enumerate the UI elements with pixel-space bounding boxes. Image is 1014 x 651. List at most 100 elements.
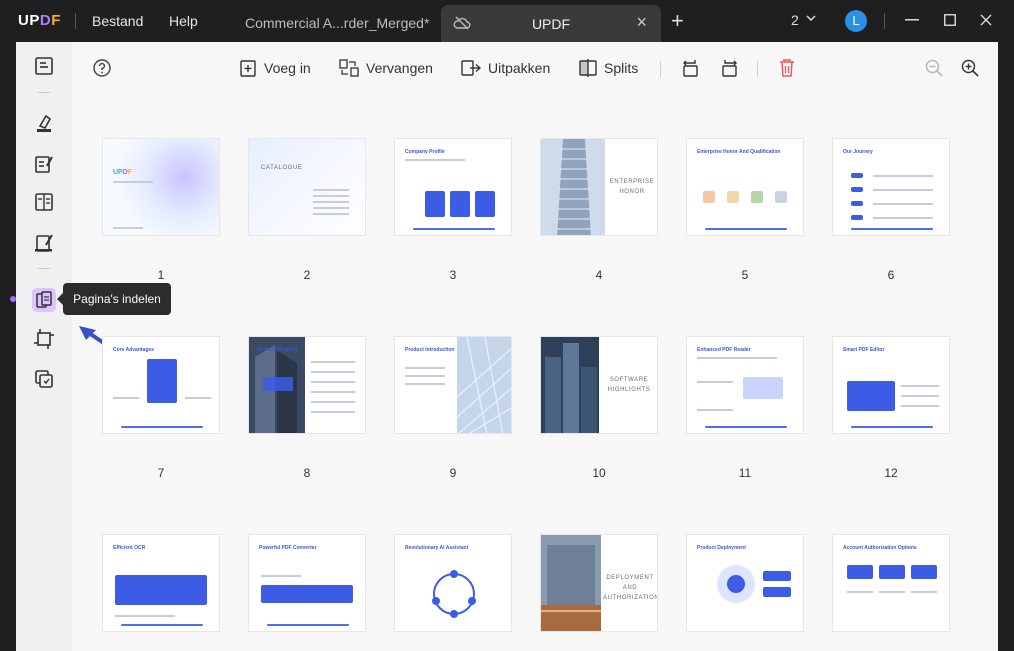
thumb-text-line [115, 615, 175, 617]
minimize-icon[interactable] [905, 19, 919, 21]
thumb-card [115, 575, 207, 605]
thumb-text-line [311, 371, 355, 373]
sign-icon[interactable] [32, 231, 56, 255]
thumb-chip [851, 201, 863, 206]
thumb-text-line [405, 367, 445, 369]
thumb-text-line [901, 395, 939, 397]
main-window: Pagina's indelen Voeg in Vervangen Uitpa… [10, 42, 998, 651]
page-number: 1 [157, 268, 165, 282]
title-divider [75, 13, 76, 29]
extract-button[interactable]: Uitpakken [460, 56, 550, 80]
close-tab-icon[interactable]: × [636, 12, 647, 33]
thumb-accent-line [851, 426, 933, 428]
thumb-text-line [313, 213, 349, 215]
thumb-accent-line [267, 624, 349, 626]
tab-commercial[interactable]: Commercial A...rder_Merged* [228, 5, 434, 42]
rotate-left-icon[interactable] [678, 56, 702, 80]
page-number: 10 [592, 466, 606, 480]
tab-updf[interactable]: UPDF × [441, 5, 661, 42]
split-button[interactable]: Splits [578, 56, 638, 80]
thumb-card [847, 381, 895, 411]
insert-page-icon [240, 60, 256, 77]
thumb-card [425, 191, 445, 217]
thumb-text-line [873, 175, 933, 177]
tab-label: Commercial A...rder_Merged* [245, 15, 430, 31]
thumb-heading: SOFTWARE HIGHLIGHTS [607, 377, 651, 393]
protect-icon[interactable] [32, 367, 56, 391]
menu-help[interactable]: Help [169, 13, 198, 29]
organize-pages-button[interactable] [32, 288, 56, 312]
thumb-heading: Account Authorization Options [843, 545, 917, 551]
page-preview: UPDF [102, 138, 220, 236]
thumb-logo: UPDF [113, 169, 133, 176]
thumb-badge [727, 191, 739, 203]
window-divider [884, 13, 885, 29]
thumb-text-line [113, 227, 143, 229]
insert-button[interactable]: Voeg in [238, 56, 311, 80]
building-photo [541, 139, 605, 235]
zoom-in-icon[interactable] [958, 56, 982, 80]
toolbar-divider [757, 61, 758, 77]
page-preview: Smart PDF Editor [832, 336, 950, 434]
zoom-out-icon[interactable] [922, 56, 946, 80]
new-tab-button[interactable]: + [671, 8, 684, 34]
close-window-icon[interactable] [980, 14, 992, 26]
thumb-text-line [185, 397, 211, 399]
split-label: Splits [604, 60, 639, 76]
thumb-text-line [873, 217, 933, 219]
page-preview: Growth Prospect [248, 336, 366, 434]
rotate-right-icon[interactable] [718, 56, 742, 80]
reader-icon[interactable] [32, 54, 56, 78]
page-preview: Efficient OCR [102, 534, 220, 632]
thumb-heading: Enhanced PDF Reader [697, 347, 751, 353]
trash-icon[interactable] [775, 56, 799, 80]
thumb-text-line [313, 201, 349, 203]
avatar[interactable]: L [845, 10, 867, 32]
thumb-text-line [311, 391, 355, 393]
thumb-heading: Efficient OCR [113, 545, 146, 551]
thumb-heading: Product Deployment [697, 545, 746, 551]
app-logo[interactable]: UPDF [18, 12, 61, 29]
thumb-text-line [879, 591, 905, 593]
thumb-graphic [727, 575, 745, 593]
crop-icon[interactable] [32, 327, 56, 351]
thumb-text-line [313, 207, 349, 209]
thumb-chip [911, 565, 937, 579]
thumb-heading: Our Journey [843, 149, 873, 155]
tab-label: UPDF [531, 16, 571, 32]
thumb-diagram [432, 570, 476, 618]
form-icon[interactable] [32, 190, 56, 214]
menu-bestand[interactable]: Bestand [92, 13, 143, 29]
replace-button[interactable]: Vervangen [338, 56, 433, 80]
maximize-icon[interactable] [944, 14, 956, 26]
thumb-text-line [113, 397, 139, 399]
page-preview: Revolutionary AI Assistant [394, 534, 512, 632]
help-circle-icon[interactable] [90, 56, 114, 80]
highlighter-icon[interactable] [32, 112, 56, 136]
thumb-heading: Growth Prospect [257, 347, 298, 353]
page-preview: Enhanced PDF Reader [686, 336, 804, 434]
page-number: 8 [303, 466, 311, 480]
window-count[interactable]: 2 [791, 12, 799, 28]
page-preview: Company Profile [394, 138, 512, 236]
building-photo [541, 337, 599, 433]
edit-pdf-icon[interactable] [32, 152, 56, 176]
page-toolbar: Voeg in Vervangen Uitpakken Splits [72, 42, 998, 96]
thumb-chip [847, 565, 873, 579]
page-number: 4 [595, 268, 603, 282]
thumb-text-line [873, 189, 933, 191]
split-page-icon [579, 59, 597, 77]
page-preview: ENTERPRISE HONOR [540, 138, 658, 236]
page-number: 12 [884, 466, 898, 480]
page-preview: Enterprise Honor And Qualification [686, 138, 804, 236]
thumb-heading: Powerful PDF Converter [259, 545, 317, 551]
thumb-text-line [901, 385, 939, 387]
page-number: 11 [738, 466, 752, 480]
thumb-text-line [113, 181, 153, 183]
page-number: 2 [303, 268, 311, 282]
chevron-down-icon[interactable] [804, 11, 818, 25]
thumb-badge [703, 191, 715, 203]
thumb-heading: Core Advantages [113, 347, 154, 353]
thumb-text-line [405, 159, 465, 161]
thumb-text-line [697, 381, 733, 383]
